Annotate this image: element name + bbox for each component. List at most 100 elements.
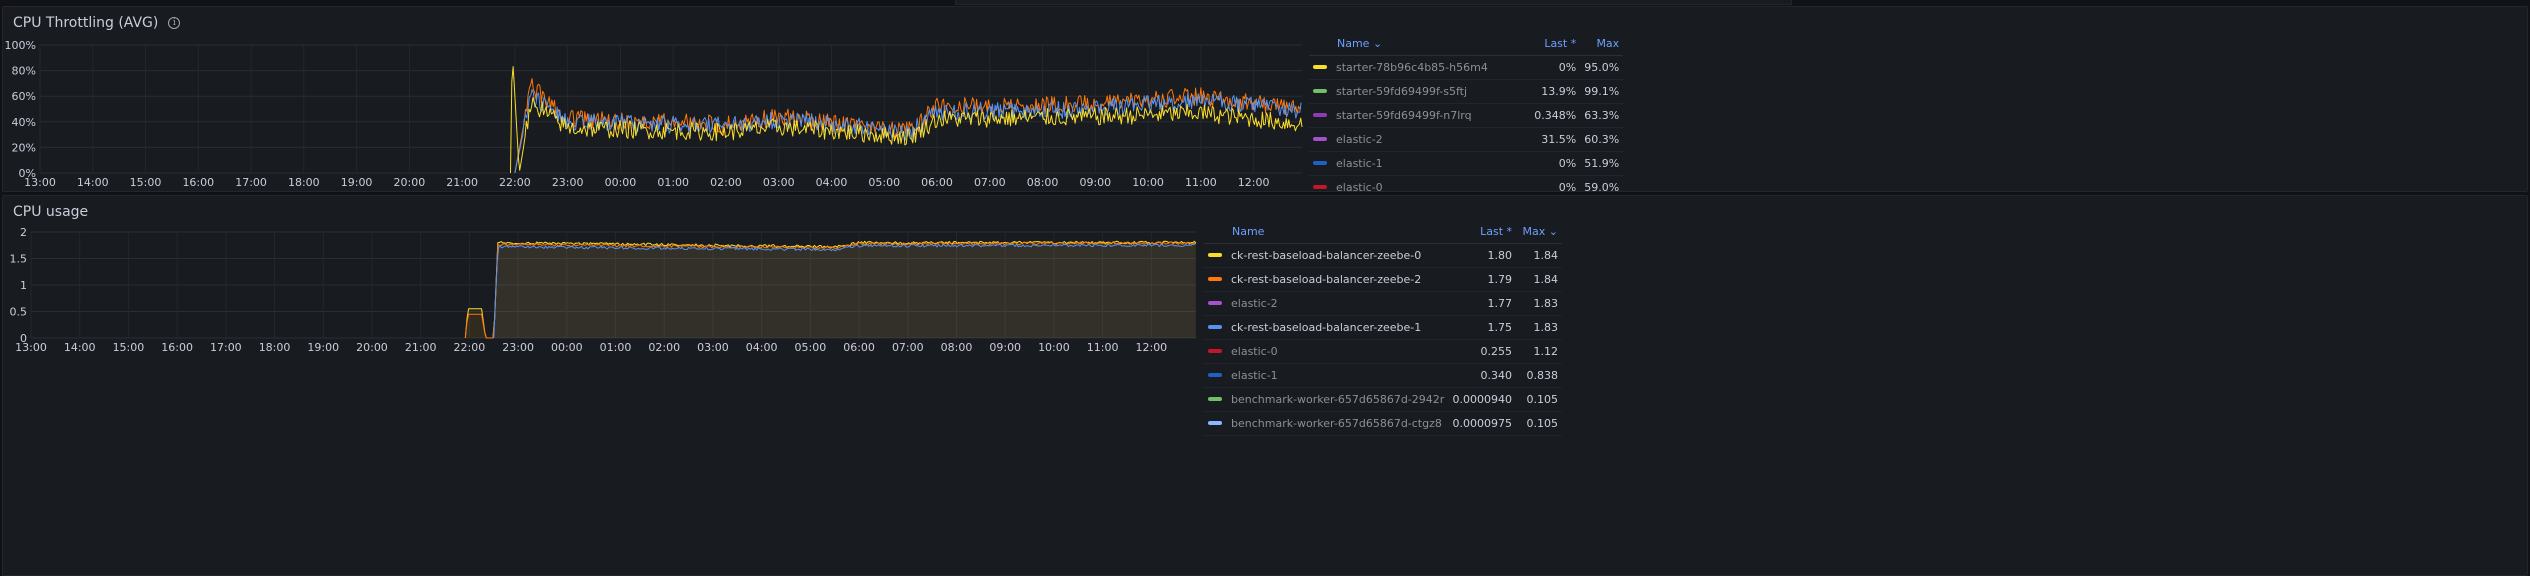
legend-row[interactable]: ck-rest-baseload-balancer-zeebe-1 1.75 1.8…	[1204, 315, 1562, 340]
throttling-plot[interactable]: 100%80%60%40%20%0%13:00 14:00 15:00 16:00 17…	[3, 7, 1303, 193]
x-tick-label: 23:00	[552, 176, 584, 189]
legend-series-name[interactable]: ck-rest-baseload-balancer-zeebe-2	[1231, 273, 1421, 286]
legend-series-name[interactable]: benchmark-worker-657d65867d-ctgz8	[1231, 417, 1442, 430]
legend-series-name[interactable]: elastic-1	[1231, 369, 1278, 382]
legend-row[interactable]: elastic-1 0.340 0.838	[1204, 363, 1562, 388]
x-tick-label: 01:00	[600, 341, 632, 354]
x-tick-label: 07:00	[974, 176, 1006, 189]
legend-row[interactable]: starter-59fd69499f-s5ftj 13.9% 99.1%	[1309, 79, 1624, 104]
legend-series-name[interactable]: starter-59fd69499f-n7lrq	[1336, 109, 1472, 122]
legend-series-name[interactable]: elastic-0	[1231, 345, 1278, 358]
series-color-swatch	[1208, 421, 1222, 425]
legend-max-value: 60.3%	[1580, 127, 1624, 152]
legend-series: starter-59fd69499f-n7lrq	[1309, 103, 1531, 128]
legend-row[interactable]: ck-rest-baseload-balancer-zeebe-2 1.79 1.8…	[1204, 267, 1562, 292]
series-color-swatch	[1313, 113, 1327, 117]
legend-row[interactable]: elastic-2 1.77 1.83	[1204, 291, 1562, 316]
legend-row[interactable]: benchmark-worker-657d65867d-ctgz8 0.00009…	[1204, 411, 1562, 436]
x-tick-label: 16:00	[182, 176, 214, 189]
series-color-swatch	[1313, 65, 1327, 69]
x-tick-label: 01:00	[657, 176, 689, 189]
legend-series: elastic-1	[1309, 151, 1531, 176]
x-tick-label: 19:00	[341, 176, 373, 189]
series-color-swatch	[1313, 137, 1327, 141]
legend-series-name[interactable]: benchmark-worker-657d65867d-2942r	[1231, 393, 1444, 406]
x-tick-label: 18:00	[259, 341, 291, 354]
legend-col-last[interactable]: Last *	[1530, 33, 1581, 56]
series-line[interactable]	[510, 66, 1303, 174]
legend-last-value: 13.9%	[1530, 79, 1581, 104]
scrollbar-handle[interactable]	[955, 0, 1792, 5]
y-tick-label: 60%	[12, 90, 36, 103]
usage-legend: Name Last * Max ⌄ ck-rest-baseload-balan…	[1204, 221, 1562, 436]
legend-col-max[interactable]: Max	[1580, 33, 1624, 56]
x-tick-label: 12:00	[1135, 341, 1167, 354]
x-tick-label: 07:00	[892, 341, 924, 354]
series-color-swatch	[1313, 161, 1327, 165]
legend-row[interactable]: elastic-2 31.5% 60.3%	[1309, 127, 1624, 152]
x-tick-label: 14:00	[64, 341, 96, 354]
legend-row[interactable]: elastic-0 0% 59.0%	[1309, 175, 1624, 193]
legend-row[interactable]: starter-59fd69499f-n7lrq 0.348% 63.3%	[1309, 103, 1624, 128]
legend-col-name[interactable]: Name ⌄	[1309, 33, 1531, 56]
x-tick-label: 17:00	[235, 176, 267, 189]
legend-row[interactable]: starter-78b96c4b85-h56m4 0% 95.0%	[1309, 55, 1624, 80]
legend-series-name[interactable]: starter-78b96c4b85-h56m4	[1336, 61, 1488, 74]
legend-row[interactable]: benchmark-worker-657d65867d-2942r 0.00009…	[1204, 387, 1562, 412]
x-tick-label: 04:00	[746, 341, 778, 354]
legend-max-value: 1.84	[1516, 243, 1562, 268]
legend-series-name[interactable]: ck-rest-baseload-balancer-zeebe-0	[1231, 249, 1421, 262]
legend-series-name[interactable]: elastic-0	[1336, 181, 1383, 193]
usage-plot[interactable]: 21.510.5013:00 14:00 15:00 16:00 17:00 18:00 1…	[3, 196, 1203, 361]
legend-series: benchmark-worker-657d65867d-ctgz8	[1204, 411, 1449, 436]
legend-max-value: 0.105	[1516, 387, 1562, 412]
x-tick-label: 14:00	[77, 176, 109, 189]
legend-max-value: 99.1%	[1580, 79, 1624, 104]
panel-cpu-throttling: CPU Throttling (AVG) i 100% 80% 60% 40% 20% 0…	[2, 6, 2530, 193]
legend-series-name[interactable]: ck-rest-baseload-balancer-zeebe-1	[1231, 321, 1421, 334]
legend-last-value: 0.348%	[1530, 103, 1581, 128]
legend-col-last[interactable]: Last *	[1448, 221, 1517, 244]
x-tick-label: 02:00	[648, 341, 680, 354]
legend-last-value: 0%	[1530, 151, 1581, 176]
legend-max-value: 51.9%	[1580, 151, 1624, 176]
x-tick-label: 17:00	[210, 341, 242, 354]
legend-max-value: 1.12	[1516, 339, 1562, 364]
legend-last-value: 0%	[1530, 55, 1581, 80]
legend-last-value: 0.255	[1448, 339, 1517, 364]
series-color-swatch	[1208, 301, 1222, 305]
legend-row[interactable]: elastic-0 0.255 1.12	[1204, 339, 1562, 364]
legend-last-value: 1.80	[1448, 243, 1517, 268]
legend-series-name[interactable]: starter-59fd69499f-s5ftj	[1336, 85, 1467, 98]
x-tick-label: 06:00	[843, 341, 875, 354]
x-tick-label: 23:00	[502, 341, 534, 354]
x-tick-label: 05:00	[795, 341, 827, 354]
legend-max-value: 1.83	[1516, 291, 1562, 316]
legend-last-value: 1.79	[1448, 267, 1517, 292]
x-tick-label: 10:00	[1038, 341, 1070, 354]
x-tick-label: 08:00	[1027, 176, 1059, 189]
x-tick-label: 03:00	[763, 176, 795, 189]
legend-series-name[interactable]: elastic-1	[1336, 157, 1383, 170]
series-color-swatch	[1208, 277, 1222, 281]
legend-series-name[interactable]: elastic-2	[1336, 133, 1383, 146]
y-tick-label: 0.5	[10, 306, 28, 319]
legend-series-name[interactable]: elastic-2	[1231, 297, 1278, 310]
throttling-legend: Name ⌄ Last * Max starter-78b96c4b85-h56…	[1309, 33, 2530, 193]
x-tick-label: 09:00	[1079, 176, 1111, 189]
legend-col-max[interactable]: Max ⌄	[1516, 221, 1562, 244]
legend-max-value: 1.83	[1516, 315, 1562, 340]
legend-max-value: 0.838	[1516, 363, 1562, 388]
x-tick-label: 11:00	[1185, 176, 1217, 189]
panel-cpu-usage: CPU usage 2 1.5 1 0.5 0 13:00 14:00 15:00 16:00 1…	[2, 195, 2528, 576]
series-color-swatch	[1208, 373, 1222, 377]
x-tick-label: 15:00	[113, 341, 145, 354]
legend-col-name[interactable]: Name	[1204, 221, 1449, 244]
series-color-swatch	[1313, 185, 1327, 189]
legend-row[interactable]: elastic-1 0% 51.9%	[1309, 151, 1624, 176]
y-tick-label: 40%	[12, 116, 36, 129]
legend-row[interactable]: ck-rest-baseload-balancer-zeebe-0 1.80 1.8…	[1204, 243, 1562, 268]
legend-series: ck-rest-baseload-balancer-zeebe-2	[1204, 267, 1449, 292]
x-tick-label: 22:00	[499, 176, 531, 189]
x-tick-label: 19:00	[307, 341, 339, 354]
